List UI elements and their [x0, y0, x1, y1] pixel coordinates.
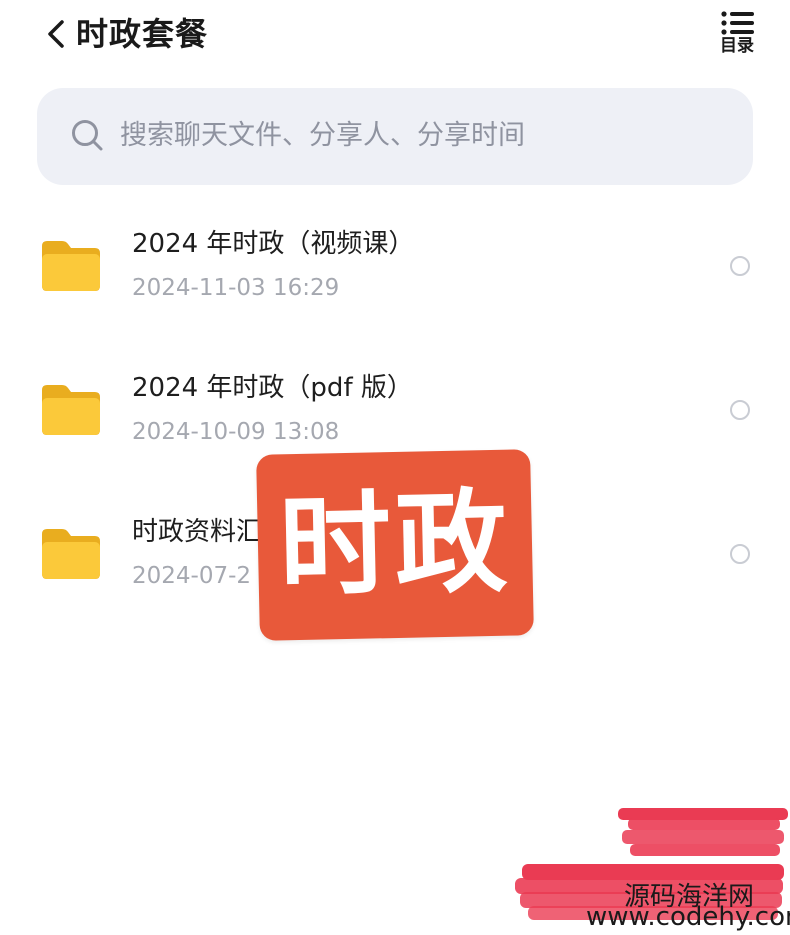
stamp-text: 时政: [277, 477, 513, 613]
watermark-line2: www.codehy.com: [586, 902, 790, 932]
search-placeholder: 搜索聊天文件、分享人、分享时间: [120, 120, 525, 151]
chevron-left-icon: [48, 20, 64, 48]
toc-label: 目录: [720, 36, 754, 56]
search-icon: [72, 120, 103, 151]
page-title: 时政套餐: [76, 15, 209, 53]
file-name: 时政资料汇: [132, 517, 263, 547]
file-name: 2024 年时政（pdf 版）: [132, 373, 413, 403]
file-name: 2024 年时政（视频课）: [132, 229, 415, 259]
file-date: 2024-10-09 13:08: [132, 419, 340, 445]
file-date: 2024-07-2: [132, 563, 252, 589]
folder-icon: [42, 241, 100, 291]
file-date: 2024-11-03 16:29: [132, 275, 340, 301]
folder-icon: [42, 529, 100, 579]
select-radio[interactable]: [730, 400, 750, 420]
folder-icon: [42, 385, 100, 435]
toc-button[interactable]: 目录: [712, 10, 762, 62]
list-icon: [721, 11, 754, 35]
list-item[interactable]: 2024 年时政（视频课） 2024-11-03 16:29: [0, 210, 790, 330]
topic-stamp: 时政: [256, 449, 534, 641]
select-radio[interactable]: [730, 256, 750, 276]
back-button[interactable]: [40, 12, 76, 56]
header-bar: 时政套餐 目录: [0, 0, 790, 80]
select-radio[interactable]: [730, 544, 750, 564]
